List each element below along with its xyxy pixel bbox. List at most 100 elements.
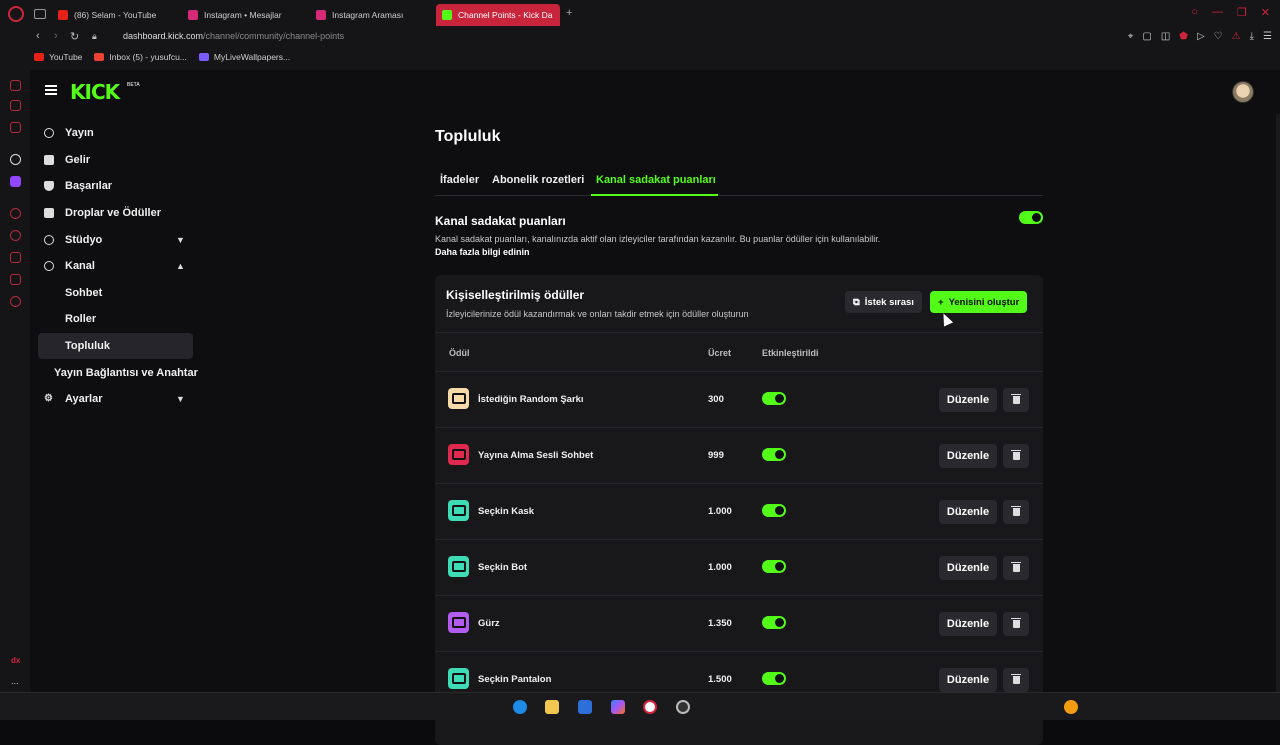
browser-tab-kick[interactable]: Channel Points - Kick Da (436, 4, 560, 26)
tab-subscriber-badges[interactable]: Abonelik rozetleri (492, 174, 584, 186)
sidebar-item-roles[interactable]: Roller (30, 306, 200, 333)
user-avatar[interactable] (1232, 81, 1254, 103)
delete-button[interactable] (1003, 444, 1029, 468)
address-bar[interactable]: dashboard.kick.com/channel/community/cha… (123, 31, 344, 41)
heart-icon[interactable]: ♡ (1214, 31, 1223, 42)
shopping-icon[interactable] (10, 100, 21, 111)
minimize-icon[interactable]: — (1212, 6, 1223, 19)
close-icon[interactable]: ✕ (1261, 6, 1270, 19)
weather-icon[interactable] (1064, 700, 1078, 714)
reward-enabled-toggle[interactable] (762, 672, 786, 685)
hamburger-menu-icon[interactable] (45, 85, 57, 95)
back-icon[interactable]: ‹ (36, 30, 40, 42)
tab-channel-points[interactable]: Kanal sadakat puanları (596, 174, 716, 186)
messenger-icon[interactable] (10, 122, 21, 133)
edit-button[interactable]: Düzenle (939, 668, 997, 692)
extension-icon[interactable]: ⚠ (1232, 31, 1241, 42)
aria-icon[interactable] (10, 80, 21, 91)
shield-icon[interactable]: ⬟ (1179, 31, 1188, 42)
twitch-icon[interactable] (10, 176, 21, 187)
channel-points-toggle[interactable] (1019, 211, 1043, 224)
opera-logo-icon[interactable] (8, 6, 24, 22)
delete-button[interactable] (1003, 388, 1029, 412)
active-tab-indicator (591, 194, 718, 196)
column-reward: Ödül (449, 348, 470, 358)
edit-button[interactable]: Düzenle (939, 612, 997, 636)
store-icon[interactable] (578, 700, 592, 714)
url-host: dashboard.kick.com (123, 31, 204, 41)
trash-icon (1011, 673, 1021, 684)
bookmark-gmail[interactable]: Inbox (5) - yusufcu... (94, 52, 187, 62)
chevron-down-icon[interactable]: ▼ (176, 394, 185, 404)
obs-icon[interactable] (676, 700, 690, 714)
downloads-icon[interactable] (10, 252, 21, 263)
player-icon[interactable] (10, 208, 21, 219)
bookmark-youtube[interactable]: YouTube (34, 52, 82, 62)
extensions-icon[interactable] (10, 274, 21, 285)
sidebar-item-drops[interactable]: Droplar ve Ödüller (30, 200, 200, 227)
settings-icon[interactable] (10, 296, 21, 307)
edit-button[interactable]: Düzenle (939, 388, 997, 412)
reward-cost: 999 (708, 450, 724, 461)
edit-button[interactable]: Düzenle (939, 500, 997, 524)
reward-cost: 1.000 (708, 562, 732, 573)
edit-button[interactable]: Düzenle (939, 444, 997, 468)
create-new-button[interactable]: + Yenisini oluştur (930, 291, 1028, 313)
chevron-up-icon[interactable]: ▲ (176, 261, 185, 271)
camera-icon[interactable]: ◫ (1161, 31, 1170, 42)
copilot-icon[interactable] (611, 700, 625, 714)
sidebar-item-chat[interactable]: Sohbet (30, 280, 200, 307)
file-explorer-icon[interactable] (545, 700, 559, 714)
delete-button[interactable] (1003, 556, 1029, 580)
sidebar-item-label: Yayın (65, 127, 94, 140)
edge-icon[interactable] (513, 700, 527, 714)
pin-icon[interactable]: ⌖ (1128, 31, 1134, 42)
edit-button[interactable]: Düzenle (939, 556, 997, 580)
sidebar-item-revenue[interactable]: Gelir (30, 147, 200, 174)
chevron-down-icon[interactable]: ▼ (176, 235, 185, 245)
delete-button[interactable] (1003, 612, 1029, 636)
request-queue-button[interactable]: ⧉ İstek sırası (845, 291, 922, 313)
sidebar-item-channel[interactable]: Kanal ▲ (30, 253, 200, 280)
delete-button[interactable] (1003, 500, 1029, 524)
sidebar-item-label: Kanal (65, 260, 95, 273)
sidebar-item-achievements[interactable]: Başarılar (30, 173, 200, 200)
sidebar-item-community[interactable]: Topluluk (38, 332, 193, 360)
opera-taskbar-icon[interactable] (643, 700, 657, 714)
reward-enabled-toggle[interactable] (762, 560, 786, 573)
page-scrollbar[interactable] (1276, 114, 1280, 692)
delete-button[interactable] (1003, 668, 1029, 692)
search-icon[interactable]: ○ (1191, 6, 1198, 19)
reward-enabled-toggle[interactable] (762, 616, 786, 629)
tab-islands-icon[interactable] (34, 9, 46, 19)
tab-emotes[interactable]: İfadeler (440, 174, 479, 186)
new-tab-button[interactable]: + (566, 7, 572, 19)
browser-tab-youtube[interactable]: (86) Selam - YouTube (52, 4, 162, 26)
maximize-icon[interactable]: ❐ (1237, 6, 1247, 19)
sidebar-item-stream-key[interactable]: Yayın Bağlantısı ve Anahtar (30, 359, 200, 386)
play-icon[interactable]: ▷ (1197, 31, 1205, 42)
kick-logo[interactable]: KICK (70, 80, 120, 104)
browser-tab-instagram-search[interactable]: Instagram Araması (310, 4, 409, 26)
history-icon[interactable] (10, 230, 21, 241)
learn-more-link[interactable]: Daha fazla bilgi edinin (435, 247, 530, 257)
browser-tab-instagram-messages[interactable]: Instagram • Mesajlar (182, 4, 288, 26)
tab-label: Channel Points - Kick Da (458, 10, 553, 20)
button-label: Yenisini oluştur (948, 296, 1020, 308)
more-icon[interactable]: ... (11, 676, 19, 686)
reward-enabled-toggle[interactable] (762, 392, 786, 405)
snapshot-icon[interactable]: ▢ (1142, 31, 1151, 42)
download-icon[interactable]: ⤓ (1250, 31, 1254, 42)
forward-icon[interactable]: › (54, 30, 58, 42)
plus-icon: + (938, 296, 944, 308)
bookmark-mylivewallpapers[interactable]: MyLiveWallpapers... (198, 52, 290, 62)
sidebar-item-stream[interactable]: Yayın (30, 120, 200, 147)
sidebar-item-studio[interactable]: Stüdyo ▼ (30, 226, 200, 253)
rewards-title: Kişiselleştirilmiş ödüller (446, 288, 585, 302)
menu-icon[interactable]: ☰ (1263, 31, 1272, 42)
sidebar-item-settings[interactable]: ⚙ Ayarlar ▼ (30, 386, 200, 413)
chatgpt-icon[interactable] (10, 154, 21, 165)
reward-enabled-toggle[interactable] (762, 504, 786, 517)
reload-icon[interactable]: ↻ (70, 30, 79, 43)
reward-enabled-toggle[interactable] (762, 448, 786, 461)
